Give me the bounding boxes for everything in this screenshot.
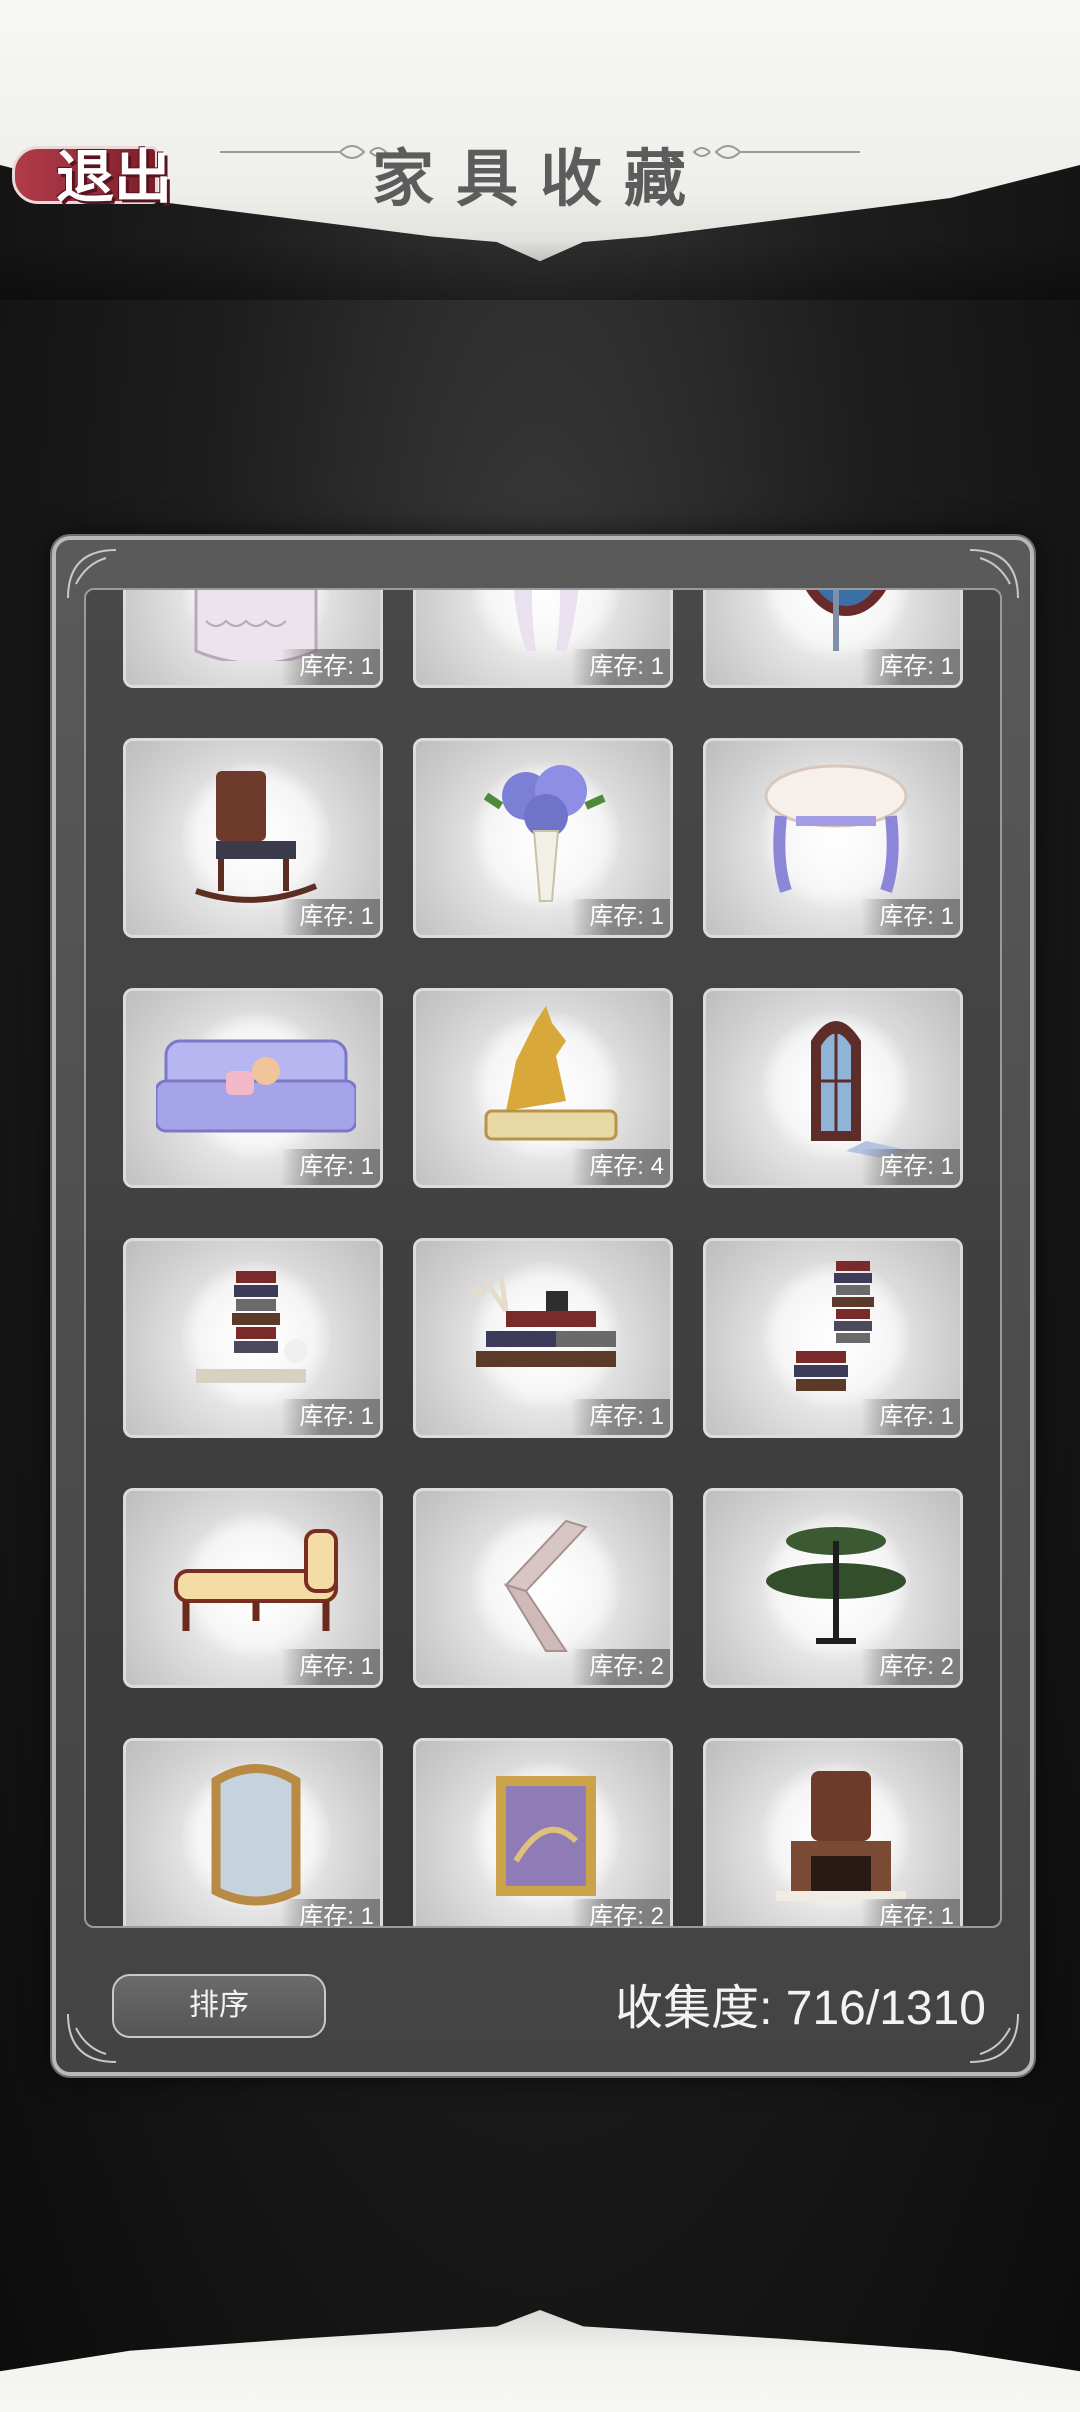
stock-label: 库存: 2 [571,1649,670,1685]
footer-banner [0,2310,1080,2412]
collection-progress: 收集度: 716/1310 [615,1982,986,2035]
dog-statue-icon [484,1006,618,1141]
book-pile-antlers-icon [471,1275,616,1367]
stock-label: 库存: 2 [571,1899,670,1926]
item-cell-green-tiered-table[interactable]: 库存: 2 [703,1488,963,1688]
item-cell-oval-mirror[interactable]: 库存: 1 [703,590,963,688]
stock-label: 库存: 2 [861,1649,960,1685]
item-cell-book-tower[interactable]: 库存: 1 [703,1238,963,1438]
item-cell-rocking-chair[interactable]: 库存: 1 [123,738,383,938]
plaid-sofa-icon [156,1039,356,1133]
furniture-panel: 库存: 1 库存: 1 库存: 1 库存: 1 库存: 1 库存: 1 库存: … [52,536,1034,2076]
stock-label: 库存: 1 [861,1149,960,1185]
item-cell-staircase[interactable]: 库存: 2 [413,1488,673,1688]
item-cell-curtain[interactable]: 库存: 1 [413,590,673,688]
rose-stool-icon [764,764,908,893]
fireplace-icon [776,1771,906,1901]
stock-label: 库存: 4 [571,1149,670,1185]
stock-label: 库存: 1 [861,1399,960,1435]
stock-label: 库存: 1 [281,1399,380,1435]
item-cell-hydrangea-vase[interactable]: 库存: 1 [413,738,673,938]
book-pile-cat-icon [196,1271,308,1383]
item-scroll-area[interactable]: 库存: 1 库存: 1 库存: 1 库存: 1 库存: 1 库存: 1 库存: … [84,588,1002,1928]
item-cell-rose-stool[interactable]: 库存: 1 [703,738,963,938]
stock-label: 库存: 1 [571,1399,670,1435]
stock-label: 库存: 1 [861,1899,960,1926]
item-cell-ornate-gold-mirror[interactable]: 库存: 1 [123,1738,383,1926]
sort-button[interactable]: 排序 [112,1974,326,2038]
stained-glass-window-icon [811,1021,911,1159]
item-cell-chaise-bench[interactable]: 库存: 1 [123,1488,383,1688]
item-cell-framed-painting[interactable]: 库存: 2 [413,1738,673,1926]
stock-label: 库存: 1 [281,1649,380,1685]
item-cell-book-pile-antlers[interactable]: 库存: 1 [413,1238,673,1438]
item-cell-plaid-sofa[interactable]: 库存: 1 [123,988,383,1188]
stock-label: 库存: 1 [281,1899,380,1926]
tiered-table-icon [766,1527,906,1644]
exit-button[interactable]: 退出 [12,128,177,211]
stock-label: 库存: 1 [281,899,380,935]
book-tower-icon [794,1261,874,1391]
staircase-icon [503,1519,588,1652]
stock-label: 库存: 1 [861,899,960,935]
exit-label: 退出 [56,143,173,211]
item-cell-book-pile-cat[interactable]: 库存: 1 [123,1238,383,1438]
hydrangea-vase-icon [483,765,606,902]
stock-label: 库存: 1 [281,649,380,685]
rocking-chair-icon [195,771,318,903]
stock-label: 库存: 1 [861,649,960,685]
title-flourish-right [692,145,860,159]
item-cell-fireplace[interactable]: 库存: 1 [703,1738,963,1926]
chaise-bench-icon [174,1529,338,1631]
stock-label: 库存: 1 [571,899,670,935]
stock-label: 库存: 1 [571,649,670,685]
item-cell-golden-dog-statue[interactable]: 库存: 4 [413,988,673,1188]
gold-mirror-icon [211,1764,301,1906]
framed-painting-icon [496,1776,596,1896]
item-cell-lace-tablecloth-table[interactable]: 库存: 1 [123,590,383,688]
item-cell-stained-glass-window[interactable]: 库存: 1 [703,988,963,1188]
stock-label: 库存: 1 [281,1149,380,1185]
